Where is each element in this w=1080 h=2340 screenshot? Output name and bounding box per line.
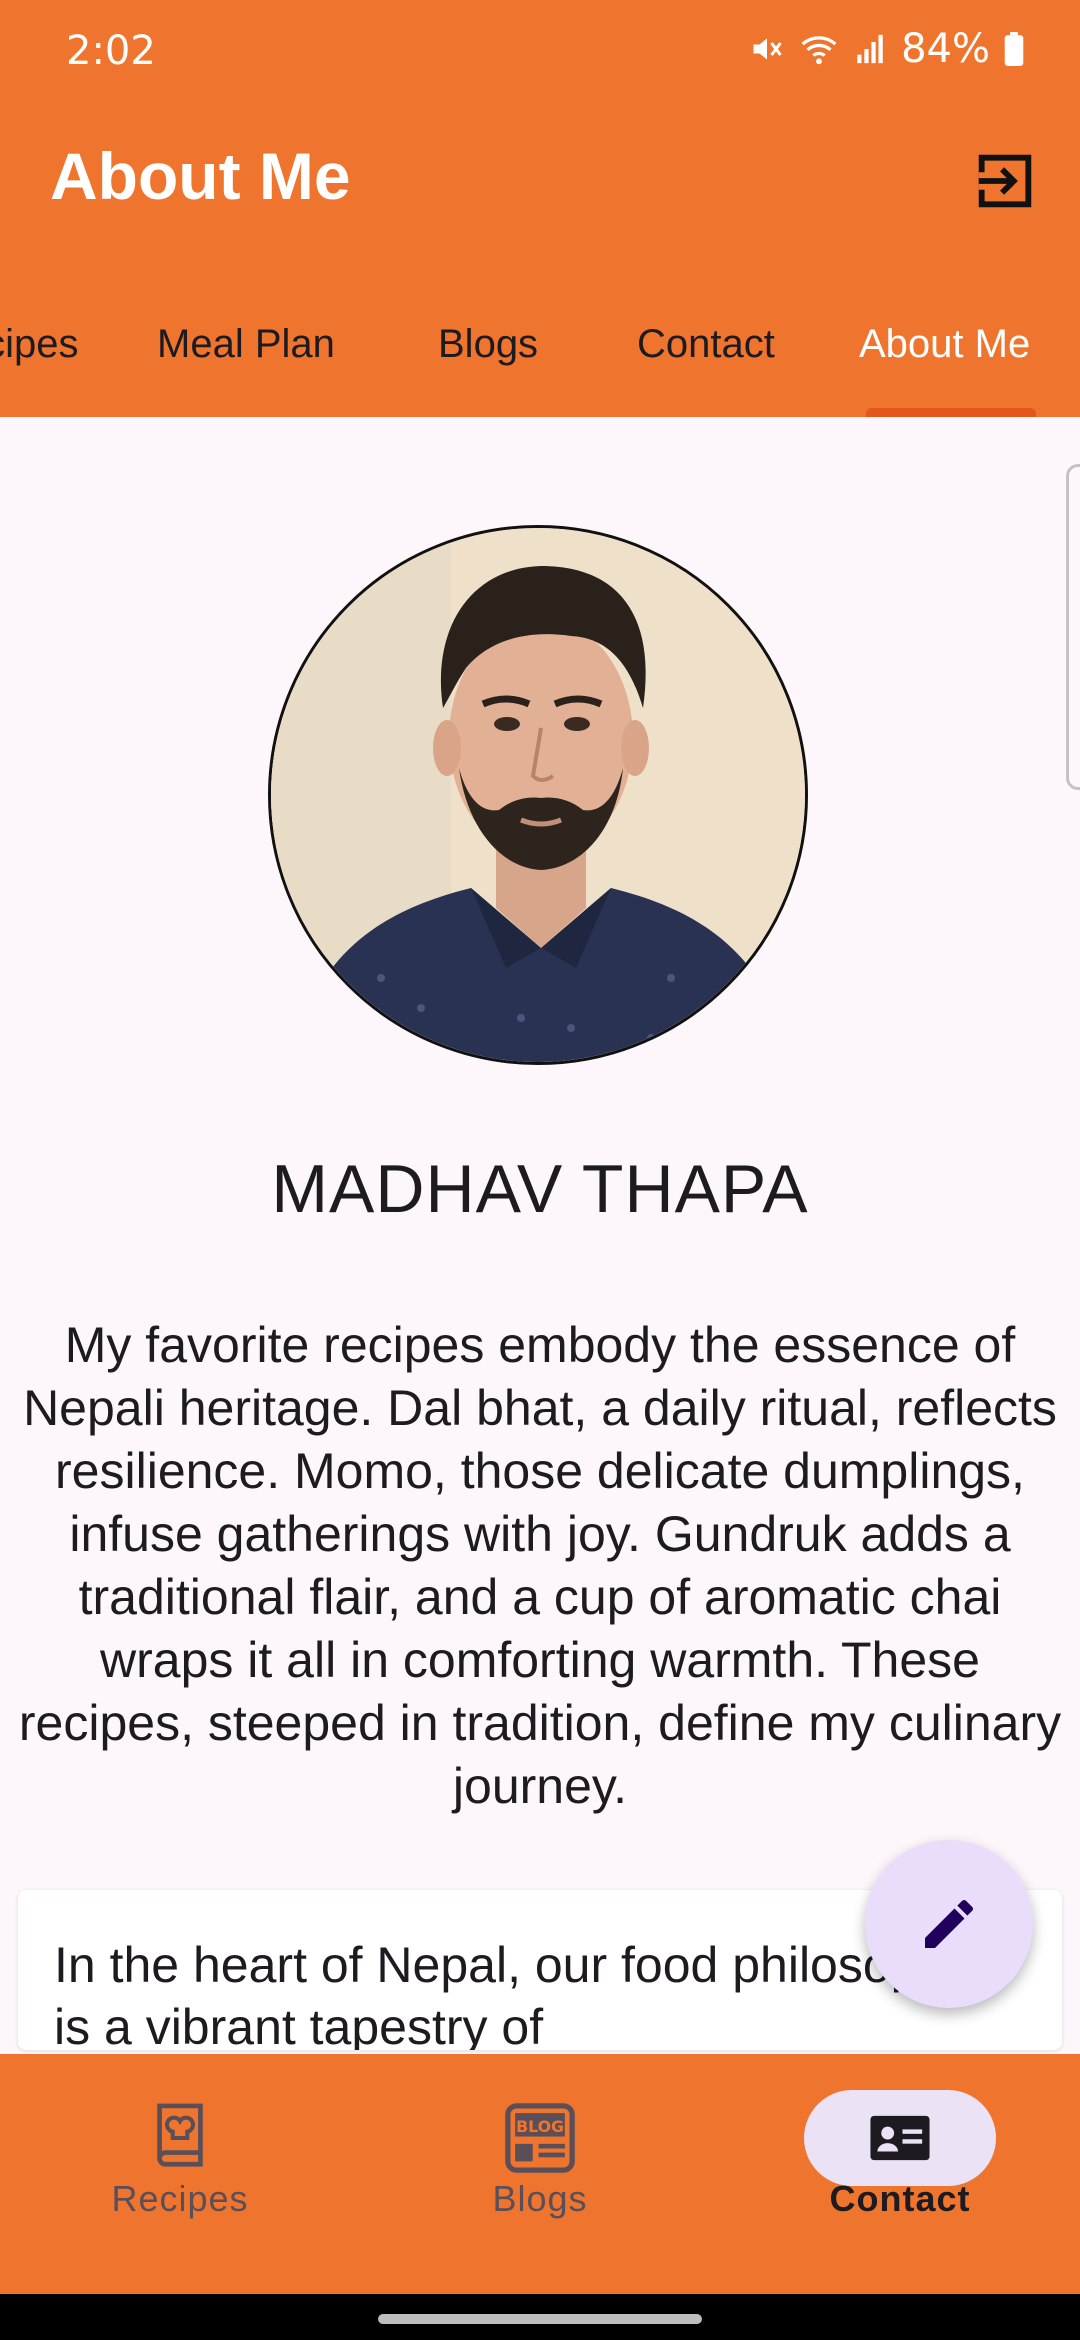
contact-card-icon	[870, 2115, 930, 2161]
signal-icon	[857, 34, 883, 64]
scrollbar-thumb[interactable]	[1066, 464, 1080, 790]
nav-icon-container	[84, 2090, 276, 2186]
recipe-book-icon	[157, 2103, 203, 2167]
logout-icon	[978, 154, 1032, 208]
tab-contact[interactable]: Contact	[637, 322, 775, 367]
nav-label-contact: Contact	[829, 2178, 971, 2219]
profile-bio: My favorite recipes embody the essence o…	[18, 1317, 1062, 1814]
logout-button[interactable]	[970, 146, 1040, 216]
status-time: 2:02	[66, 28, 156, 74]
edit-fab-button[interactable]	[865, 1840, 1033, 2008]
active-tab-indicator	[866, 408, 1036, 417]
nav-active-pill	[804, 2090, 996, 2186]
tab-blogs[interactable]: Blogs	[438, 322, 538, 367]
system-gesture-bar	[0, 2294, 1080, 2340]
nav-icon-container: BLOG	[444, 2090, 636, 2186]
tab-recipes[interactable]: Recipes	[0, 322, 79, 367]
nav-label-blogs: Blogs	[492, 2178, 588, 2219]
tab-about-me[interactable]: About Me	[859, 322, 1030, 367]
nav-label-recipes: Recipes	[111, 2178, 249, 2219]
nav-item-contact[interactable]: Contact	[720, 2054, 1080, 2294]
profile-photo	[268, 525, 808, 1065]
page-title: About Me	[50, 139, 351, 213]
tab-bar: Recipes Meal Plan Blogs Contact About Me	[0, 260, 1080, 417]
wifi-icon	[801, 36, 837, 65]
bottom-navigation: Recipes BLOG Blogs Contact	[0, 2054, 1080, 2294]
home-gesture-pill[interactable]	[378, 2314, 702, 2324]
blog-icon: BLOG	[505, 2103, 575, 2173]
status-icons: 84%	[749, 26, 1024, 72]
nav-item-blogs[interactable]: BLOG Blogs	[360, 2054, 720, 2294]
status-bar: 2:02 84%	[0, 0, 1080, 100]
profile-name: MADHAV THAPA	[271, 1151, 809, 1227]
app-bar: About Me	[0, 100, 1080, 260]
edit-pencil-icon	[925, 1899, 974, 1948]
mute-icon	[753, 38, 782, 60]
battery-percent: 84%	[901, 26, 990, 72]
svg-text:BLOG: BLOG	[516, 2117, 564, 2136]
battery-icon	[1004, 32, 1024, 66]
nav-item-recipes[interactable]: Recipes	[0, 2054, 360, 2294]
tab-meal-plan[interactable]: Meal Plan	[157, 322, 335, 367]
